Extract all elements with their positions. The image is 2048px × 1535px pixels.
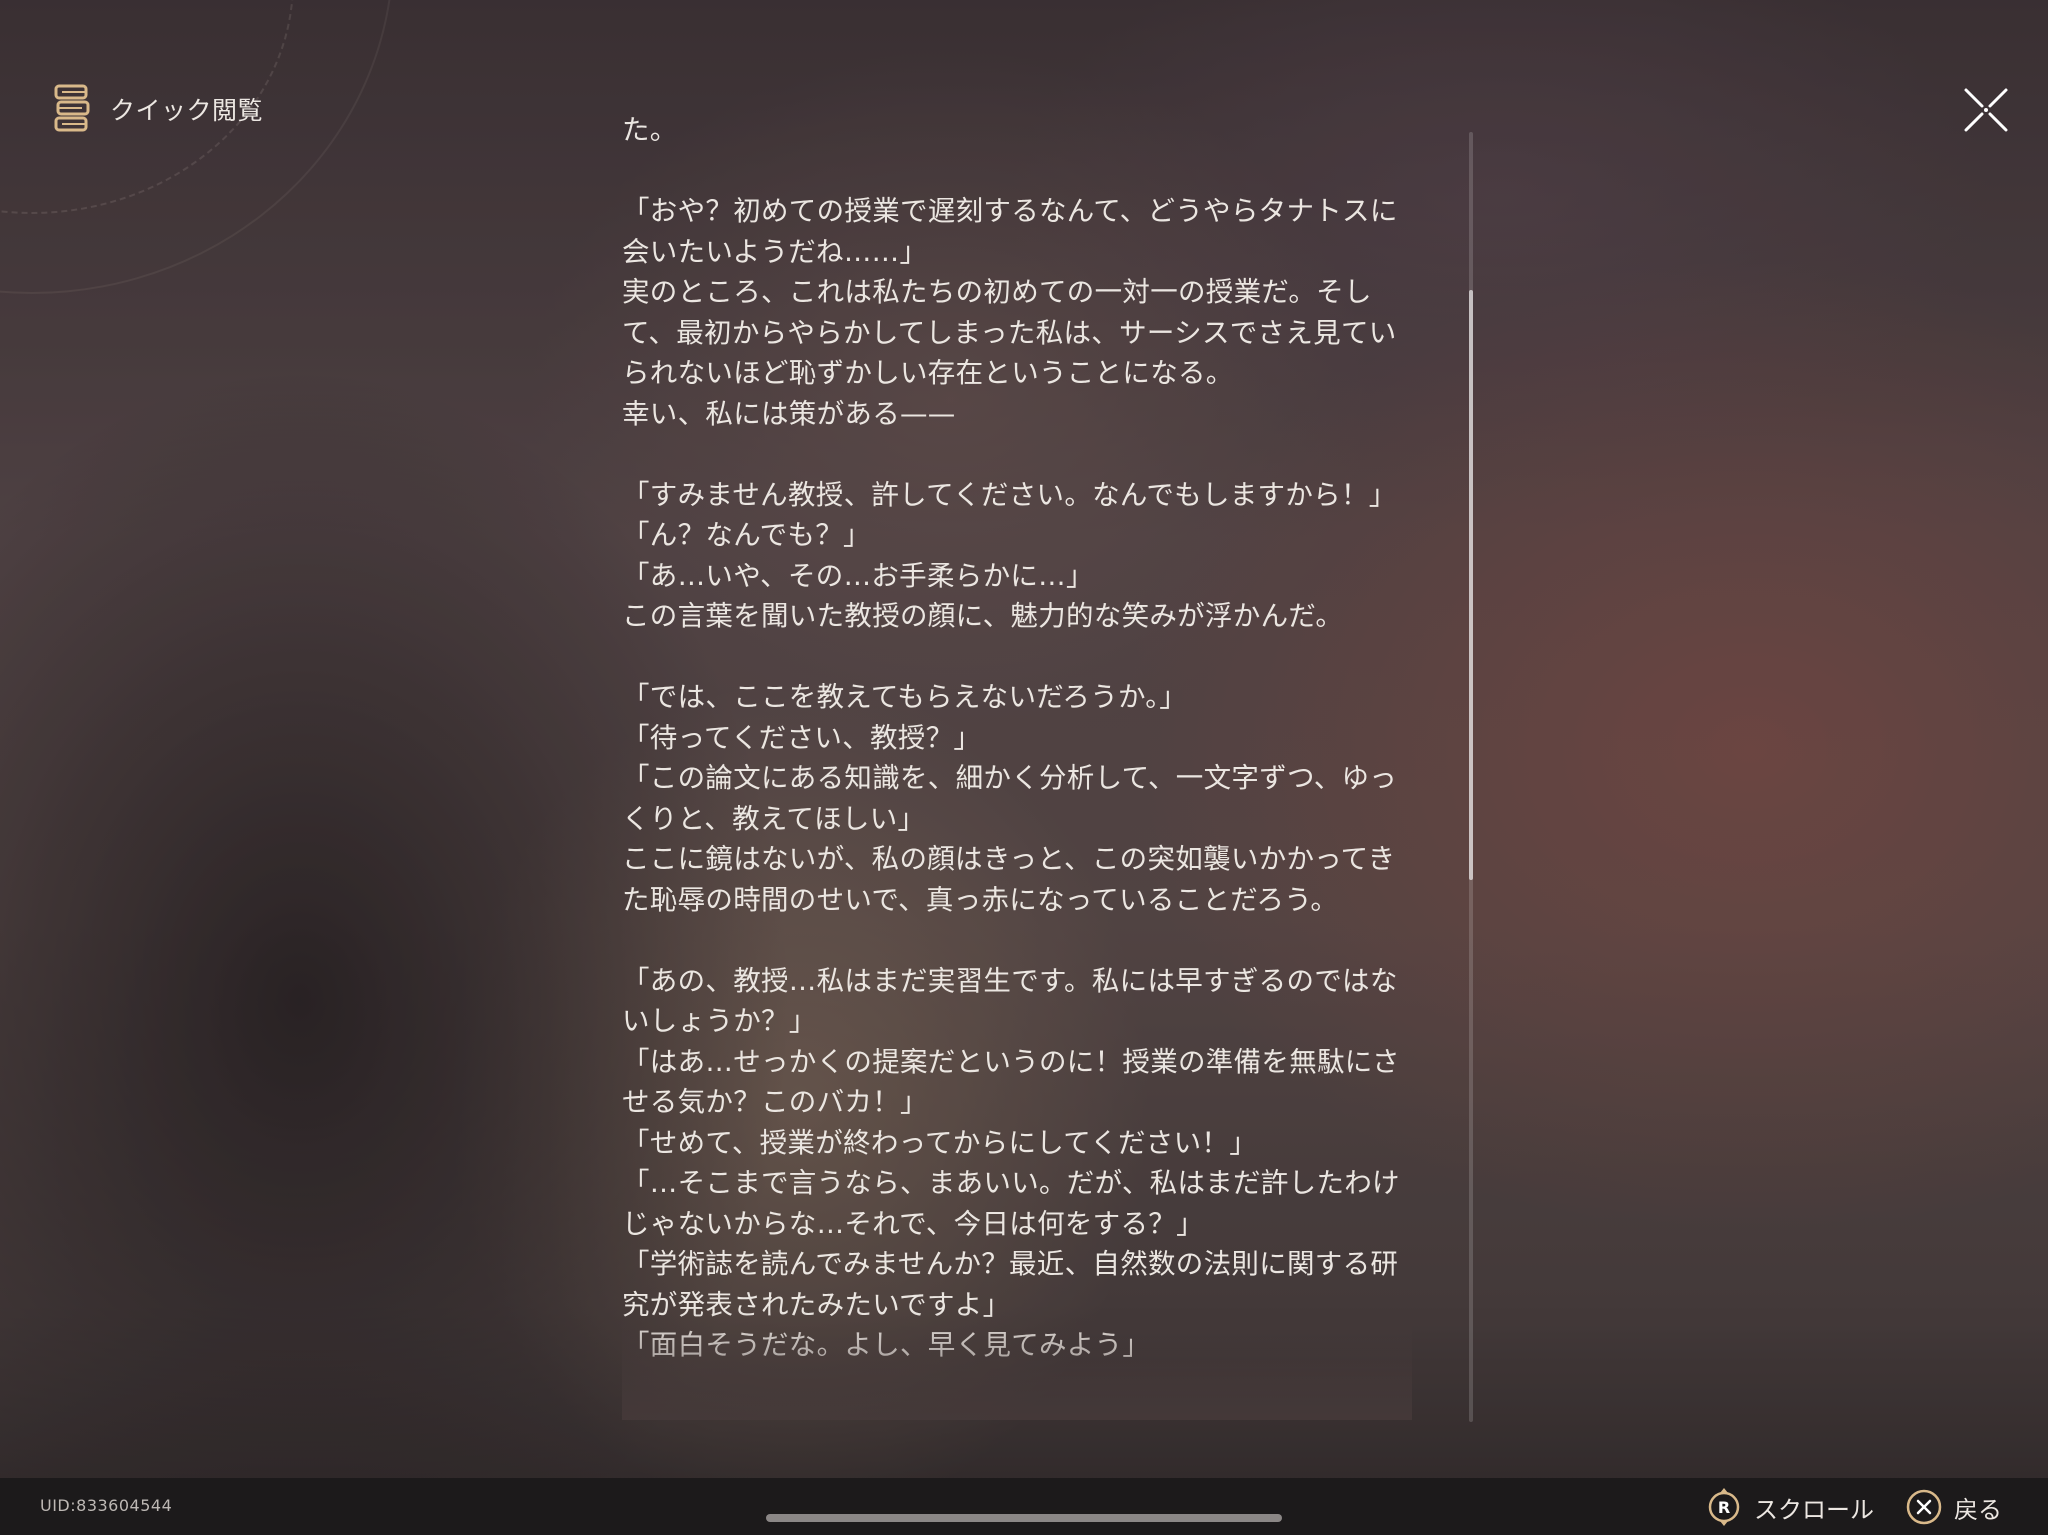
uid-label: UID:833604544 <box>40 1496 173 1515</box>
close-button[interactable] <box>1962 86 2010 134</box>
quick-read-header: クイック閲覧 <box>52 82 263 136</box>
r-stick-icon: R <box>1708 1488 1740 1526</box>
r-stick-glyph: R <box>1718 1498 1730 1517</box>
scroll-hint-button[interactable]: R スクロール <box>1704 1486 1874 1528</box>
book-stack-icon <box>54 84 90 132</box>
scrollbar-thumb[interactable] <box>1469 290 1473 880</box>
story-text-panel[interactable]: た。 「おや？初めての授業で遅刻するなんて、どうやらタナトスに会いたいようだね…… <box>622 110 1412 1420</box>
story-text: た。 「おや？初めての授業で遅刻するなんて、どうやらタナトスに会いたいようだね…… <box>622 114 1400 1361</box>
back-hint-button[interactable]: 戻る <box>1904 1486 2002 1528</box>
page-title: クイック閲覧 <box>110 96 264 125</box>
quick-read-screen: クイック閲覧 た。 「おや？初めての授業で遅刻するなんて、どうやらタナトスに会い… <box>0 0 2048 1535</box>
close-x-icon <box>1964 88 2008 132</box>
cross-button-icon <box>1906 1489 1942 1525</box>
back-hint-label: 戻る <box>1954 1495 2002 1524</box>
scroll-hint-label: スクロール <box>1754 1495 1874 1524</box>
home-indicator[interactable] <box>766 1514 1282 1522</box>
